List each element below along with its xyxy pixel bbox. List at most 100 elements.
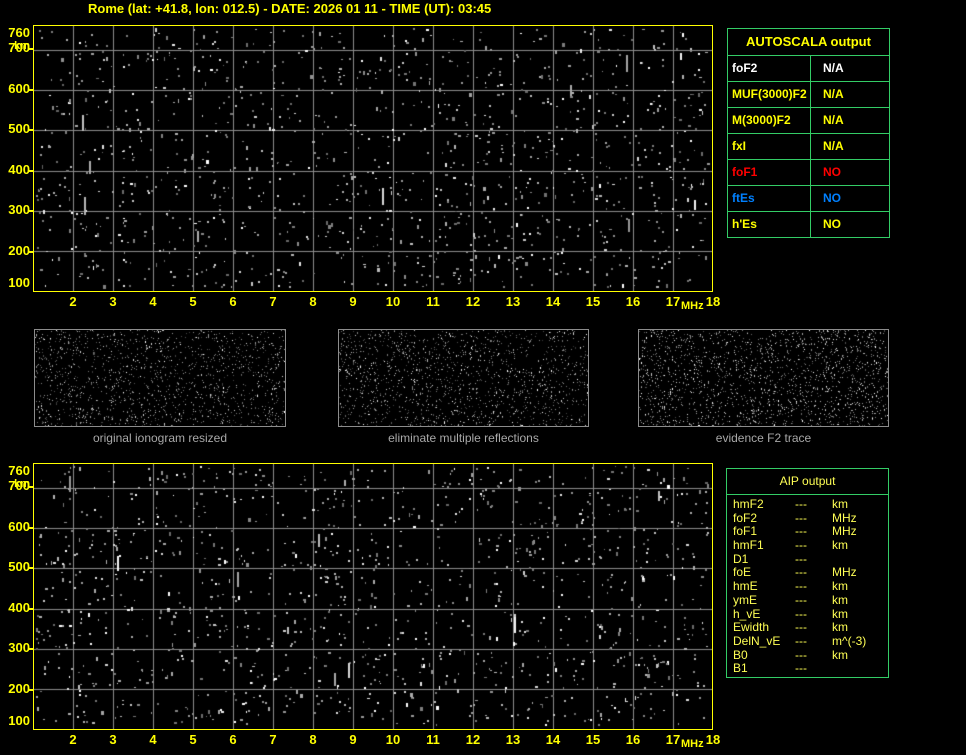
y-axis-label: 760 — [8, 25, 30, 40]
panel-eliminate-canvas — [339, 330, 588, 426]
y-axis-label: 200 — [8, 242, 30, 258]
x-axis-label: 4 — [149, 732, 157, 747]
y-axis-tickmark — [29, 486, 33, 489]
aip-row-unit: km — [832, 647, 848, 662]
x-axis-label: 3 — [109, 294, 117, 309]
y-axis-tickmark — [29, 567, 33, 570]
y-axis-label: 100 — [8, 713, 30, 728]
aip-row: foF2 --- MHz — [727, 510, 888, 526]
autoscala-row: ftEs NO — [728, 186, 889, 212]
panel-caption-eliminate: eliminate multiple reflections — [388, 431, 539, 445]
ionogram-plot-main — [33, 25, 713, 292]
autoscala-row-label: foF1 — [728, 160, 811, 185]
panel-original-ionogram — [34, 329, 286, 427]
autoscala-table-rows: foF2 N/A MUF(3000)F2 N/A M(3000)F2 N/A fxI N/A f… — [728, 56, 889, 237]
ionogram-canvas-restored — [34, 464, 712, 729]
autoscala-row-value: N/A — [823, 139, 844, 153]
autoscala-row-label: M(3000)F2 — [728, 108, 811, 133]
aip-row-value: --- — [795, 551, 807, 566]
autoscala-row: foF1 NO — [728, 160, 889, 186]
autoscala-row: fxI N/A — [728, 134, 889, 160]
x-axis-label: 12 — [465, 732, 481, 747]
x-axis-label: 14 — [545, 294, 561, 309]
aip-row-unit: MHz — [832, 510, 857, 525]
y-axis-label: 600 — [8, 518, 30, 534]
y-axis-label: 500 — [8, 559, 30, 575]
panel-eliminate-reflections — [338, 329, 589, 427]
autoscala-row: M(3000)F2 N/A — [728, 108, 889, 134]
aip-row-value: --- — [795, 620, 807, 635]
aip-row: hmF1 --- km — [727, 538, 888, 553]
aip-row-unit: km — [832, 606, 848, 621]
aip-row-label: B1 — [733, 661, 748, 676]
autoscala-row-label: ftEs — [728, 186, 811, 211]
aip-row-value: --- — [795, 510, 807, 525]
aip-row: DelN_vE --- m^(-3) — [727, 633, 888, 649]
aip-row: h_vE --- km — [727, 606, 888, 622]
y-axis-tickmark — [29, 688, 33, 691]
aip-row-value: --- — [795, 647, 807, 662]
x-axis-label: 16 — [625, 732, 641, 747]
x-axis-label: 5 — [189, 294, 197, 309]
y-axis-label: 400 — [8, 161, 30, 177]
aip-row-label: h_vE — [733, 606, 761, 621]
y-axis-label: 600 — [8, 80, 30, 96]
aip-row: Ewidth --- km — [727, 621, 888, 635]
aip-row: ymE --- km — [727, 592, 888, 608]
x-axis-label: 13 — [505, 732, 521, 747]
x-axis-label: 5 — [189, 732, 197, 747]
autoscala-row-label: fxI — [728, 134, 811, 159]
aip-row-value: --- — [795, 633, 807, 648]
autoscala-row: h'Es NO — [728, 212, 889, 237]
aip-row-unit: km — [832, 497, 848, 511]
y-axis-label: 500 — [8, 121, 30, 137]
aip-row: D1 --- — [727, 551, 888, 567]
aip-row-unit: km — [832, 592, 848, 607]
x-axis-label: 11 — [426, 732, 440, 747]
y-axis-label: 700 — [8, 40, 30, 56]
y-axis-tickmark — [29, 48, 33, 51]
autoscala-row-label: MUF(3000)F2 — [728, 82, 811, 107]
y-axis-tickmark — [29, 526, 33, 529]
x-axis-label: 14 — [545, 732, 561, 747]
aip-output-table: AIP output hmF2 --- km foF2 --- MHz foF1 --- MHz… — [726, 468, 889, 678]
x-axis-label: 6 — [229, 732, 237, 747]
autoscala-row: foF2 N/A — [728, 56, 889, 82]
autoscala-row-value: NO — [823, 217, 841, 231]
panel-caption-original: original ionogram resized — [92, 431, 228, 445]
x-axis-label: 10 — [385, 294, 401, 309]
y-axis-label: 760 — [8, 463, 30, 478]
x-axis-label: 13 — [505, 294, 521, 309]
x-axis-label: 2 — [69, 732, 77, 747]
autoscala-row-value: N/A — [823, 113, 844, 127]
aip-row-value: --- — [795, 579, 807, 594]
aip-row-label: foE — [733, 565, 752, 580]
x-axis-label: 6 — [229, 294, 237, 309]
autoscala-output-table: AUTOSCALA output foF2 N/A MUF(3000)F2 N/A M(… — [727, 28, 890, 238]
aip-row-unit: km — [832, 620, 848, 635]
autoscala-row-value: N/A — [823, 87, 844, 101]
aip-row-value: --- — [795, 661, 807, 676]
y-axis-tickmark — [29, 607, 33, 610]
x-axis-label: 15 — [585, 294, 601, 309]
y-axis-label: 300 — [8, 640, 30, 656]
aip-row-value: --- — [795, 565, 807, 580]
y-axis-tickmark — [29, 129, 33, 132]
aip-row: foE --- MHz — [727, 566, 888, 580]
y-axis-tickmark — [29, 250, 33, 253]
aip-row: B1 --- — [727, 662, 888, 676]
x-axis-label: 7 — [269, 294, 277, 309]
x-axis-label: 15 — [585, 732, 601, 747]
ionogram-canvas-main — [34, 26, 712, 291]
y-axis-label: 700 — [8, 478, 30, 494]
aip-row-unit: m^(-3) — [832, 633, 867, 648]
station-date-title: Rome (lat: +41.8, lon: 012.5) - DATE: 20… — [88, 1, 492, 16]
aip-row: hmF2 --- km — [727, 497, 888, 512]
aip-row-unit: km — [832, 538, 848, 553]
aip-row-value: --- — [795, 592, 807, 607]
aip-row-unit: MHz — [832, 565, 857, 580]
x-axis-label: 9 — [349, 732, 357, 747]
aip-row-label: DelN_vE — [733, 633, 781, 648]
aip-row-unit: km — [832, 579, 848, 594]
aip-row-label: ymE — [733, 592, 757, 607]
